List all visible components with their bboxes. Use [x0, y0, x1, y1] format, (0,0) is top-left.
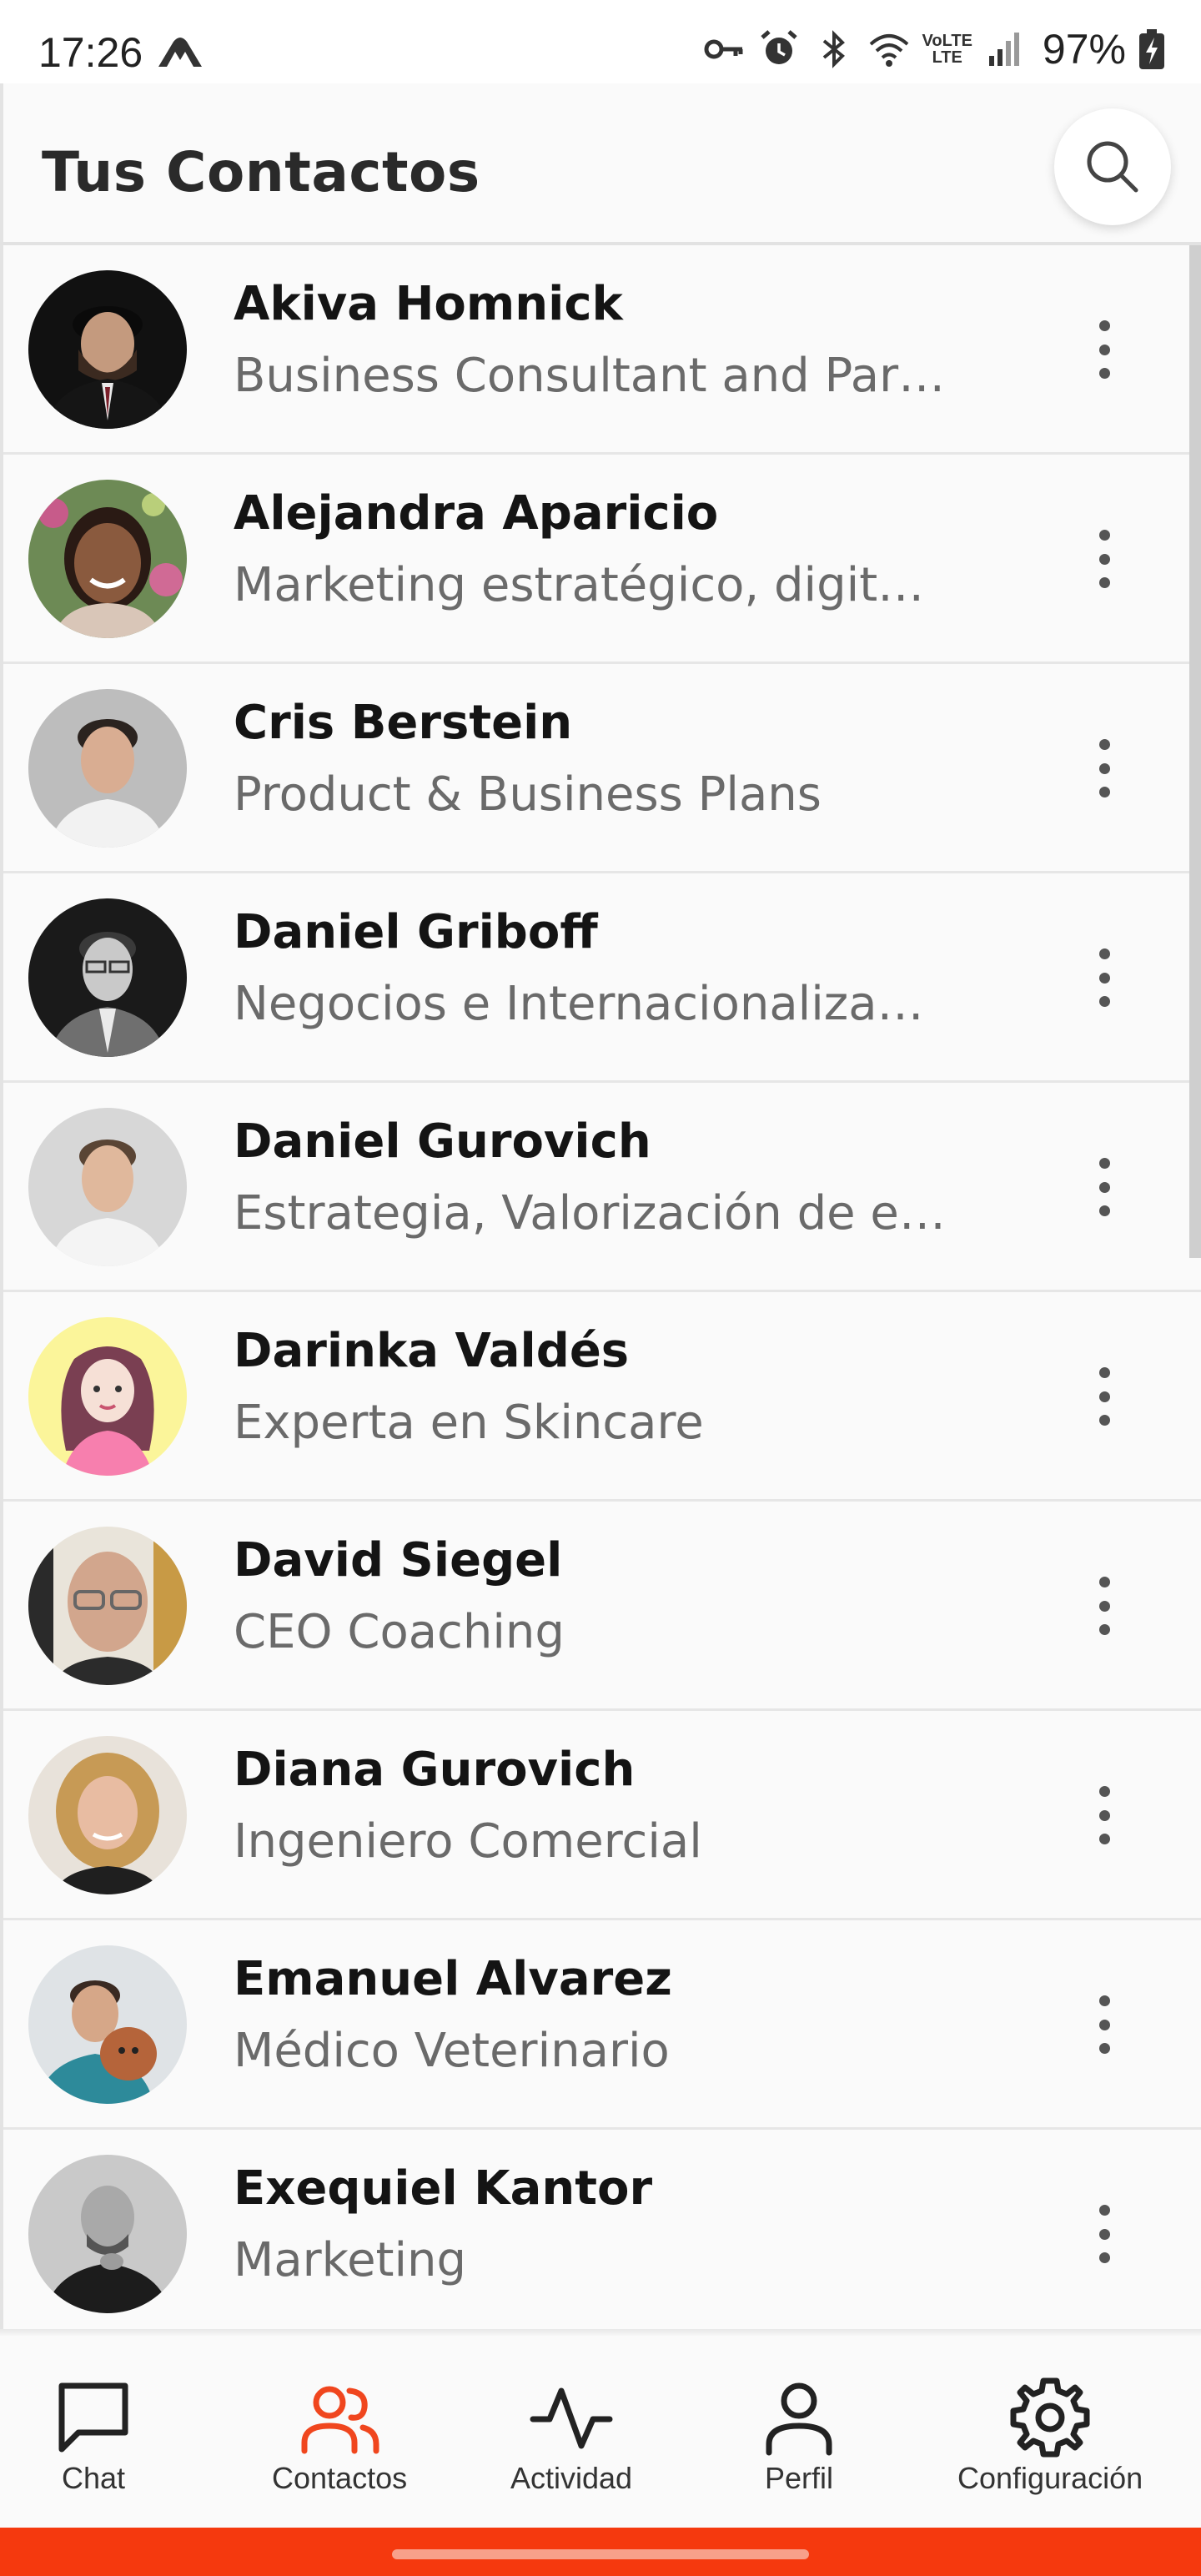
more-options-button[interactable] [1079, 2196, 1129, 2272]
more-vert-icon [1098, 1158, 1110, 1169]
more-vert-icon [1098, 948, 1110, 959]
avatar[interactable] [28, 480, 187, 638]
more-vert-icon [1098, 320, 1110, 331]
signal-icon [988, 33, 1019, 66]
avatar[interactable] [28, 270, 187, 429]
avatar[interactable] [28, 898, 187, 1057]
contact-name: Daniel Griboff [234, 905, 598, 959]
more-options-button[interactable] [1079, 1568, 1129, 1643]
page-title: Tus Contactos [42, 140, 480, 204]
more-options-button[interactable] [1079, 312, 1129, 387]
contact-row[interactable]: Diana Gurovich Ingeniero Comercial [3, 1711, 1201, 1920]
contact-row[interactable]: Daniel Gurovich Estrategia, Valorización… [3, 1083, 1201, 1292]
nav-contacts[interactable]: Contactos [272, 2374, 407, 2496]
contact-name: Daniel Gurovich [234, 1114, 651, 1169]
contact-description: Ingeniero Comercial [234, 1814, 702, 1869]
contact-name: Emanuel Alvarez [234, 1952, 672, 2006]
avatar[interactable] [28, 1945, 187, 2104]
contact-description: Negocios e Internacionaliza… [234, 977, 924, 1031]
contact-row[interactable]: Akiva Homnick Business Consultant and Pa… [3, 245, 1201, 455]
contact-description: Marketing [234, 2233, 467, 2287]
contact-name: Cris Berstein [234, 696, 573, 750]
avatar[interactable] [28, 1527, 187, 1685]
avatar[interactable] [28, 1108, 187, 1266]
nav-profile[interactable]: Perfil [756, 2374, 842, 2496]
more-vert-icon [1098, 2205, 1110, 2216]
battery-percent: 97% [1042, 26, 1126, 73]
more-options-button[interactable] [1079, 1987, 1129, 2062]
contact-row[interactable]: Alejandra Aparicio Marketing estratégico… [3, 455, 1201, 664]
nav-settings[interactable]: Configuración [957, 2374, 1143, 2496]
contact-name: Darinka Valdés [234, 1324, 630, 1378]
more-options-button[interactable] [1079, 940, 1129, 1015]
gear-icon [1010, 2377, 1090, 2458]
avatar[interactable] [28, 1317, 187, 1476]
nav-chat[interactable]: Chat [50, 2374, 137, 2496]
mountain-icon [158, 38, 202, 67]
contact-row[interactable]: David Siegel CEO Coaching [3, 1502, 1201, 1711]
vpn-key-icon [704, 39, 743, 59]
status-time: 17:26 [38, 29, 143, 76]
more-options-button[interactable] [1079, 1359, 1129, 1434]
contact-description: Business Consultant and Par… [234, 349, 946, 403]
contact-name: Diana Gurovich [234, 1743, 636, 1797]
avatar[interactable] [28, 1736, 187, 1894]
user-icon [766, 2382, 832, 2456]
contact-row[interactable]: Daniel Griboff Negocios e Internacionali… [3, 873, 1201, 1083]
contact-row[interactable]: Cris Berstein Product & Business Plans [3, 664, 1201, 873]
contact-name: David Siegel [234, 1533, 563, 1587]
contact-row[interactable]: Darinka Valdés Experta en Skincare [3, 1292, 1201, 1502]
bottom-nav: Chat Contactos Actividad Perfil Configur… [0, 2336, 1201, 2528]
nav-activity[interactable]: Actividad [510, 2374, 632, 2496]
more-vert-icon [1098, 1786, 1110, 1797]
home-indicator[interactable] [392, 2549, 809, 2559]
search-button[interactable] [1054, 108, 1171, 225]
chat-bubble-icon [58, 2382, 128, 2453]
more-vert-icon [1098, 530, 1110, 541]
app-header: Tus Contactos [0, 83, 1201, 244]
more-options-button[interactable] [1079, 731, 1129, 806]
more-options-button[interactable] [1079, 1150, 1129, 1225]
volte-indicator: VoLTE LTE [922, 32, 972, 67]
bluetooth-icon [822, 30, 845, 68]
more-options-button[interactable] [1079, 521, 1129, 596]
contact-row[interactable]: Emanuel Alvarez Médico Veterinario [3, 1920, 1201, 2130]
more-vert-icon [1098, 1367, 1110, 1378]
gesture-bar [0, 2528, 1201, 2576]
avatar[interactable] [28, 689, 187, 848]
contact-list[interactable]: Akiva Homnick Business Consultant and Pa… [0, 245, 1201, 2332]
more-vert-icon [1098, 739, 1110, 750]
alarm-icon [760, 30, 797, 64]
contact-description: CEO Coaching [234, 1605, 565, 1659]
status-bar: 17:26 VoLTE LTE 97% [0, 0, 1201, 83]
contact-name: Akiva Homnick [234, 277, 623, 331]
contact-name: Alejandra Aparicio [234, 486, 719, 541]
more-vert-icon [1098, 1577, 1110, 1587]
contact-description: Estrategia, Valorización de e… [234, 1186, 946, 1240]
contact-row[interactable]: Exequiel Kantor Marketing [3, 2130, 1201, 2332]
contact-description: Experta en Skincare [234, 1396, 704, 1450]
users-icon [301, 2386, 379, 2454]
more-options-button[interactable] [1079, 1778, 1129, 1853]
contact-name: Exequiel Kantor [234, 2161, 653, 2216]
contact-description: Product & Business Plans [234, 767, 822, 822]
battery-charging-icon [1139, 29, 1164, 69]
scrollbar[interactable] [1189, 245, 1201, 1258]
contact-description: Médico Veterinario [234, 2024, 670, 2078]
activity-icon [530, 2387, 613, 2449]
search-icon [1087, 141, 1138, 193]
more-vert-icon [1098, 1995, 1110, 2006]
avatar[interactable] [28, 2155, 187, 2313]
contact-description: Marketing estratégico, digita… [234, 558, 951, 612]
wifi-icon [869, 34, 908, 67]
